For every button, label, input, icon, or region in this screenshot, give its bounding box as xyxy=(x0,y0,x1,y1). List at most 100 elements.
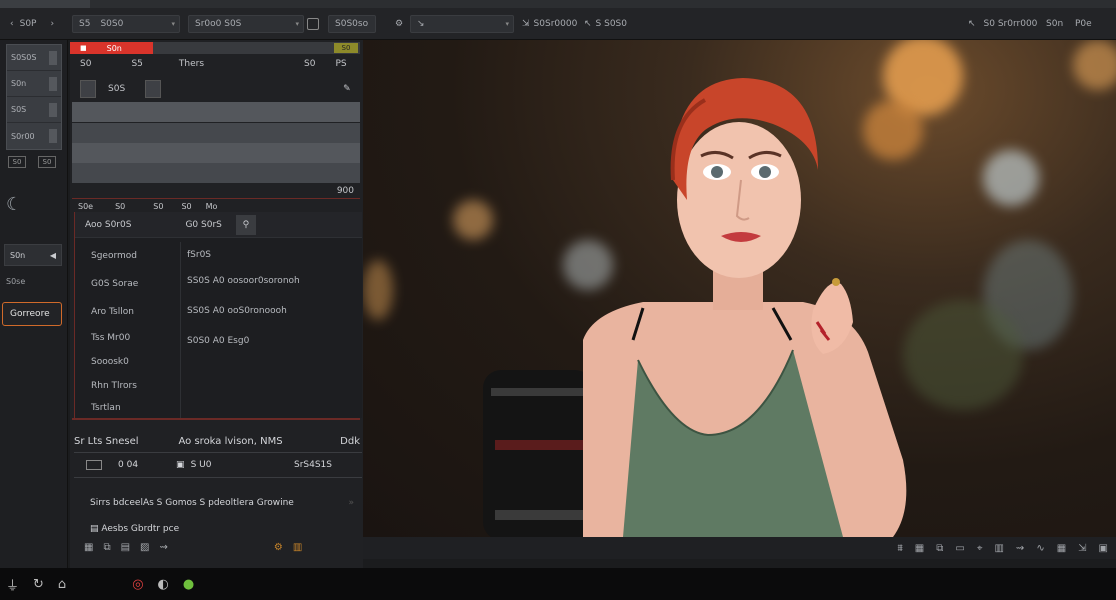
edit-icon[interactable]: ✎ xyxy=(343,84,351,94)
portrait-illustration xyxy=(483,78,907,537)
frame-icon[interactable]: ▭ xyxy=(955,543,964,554)
property-name[interactable]: Rhn Tlrors xyxy=(75,374,180,398)
layers-icon[interactable]: ⧉ xyxy=(936,543,943,554)
panel-header: S0 S5 Thers S0 PS xyxy=(80,59,347,69)
rail-item[interactable]: S0S0S xyxy=(7,45,61,71)
property-name[interactable]: Sooosk0 xyxy=(75,350,180,374)
grid-icon[interactable]: ▦ xyxy=(84,542,93,553)
caret-down-icon: ▾ xyxy=(171,20,175,28)
layers-icon[interactable]: ⧉ xyxy=(103,542,110,553)
app-red-icon[interactable]: ◎ xyxy=(132,577,143,592)
layer-band[interactable] xyxy=(72,123,360,143)
settings-button[interactable]: ⚙ xyxy=(395,15,403,33)
summary-row[interactable]: 0 04 ▣ S U0 SrS4S1S xyxy=(74,452,362,478)
note: ▤ Aesbs Gbrdtr pce xyxy=(90,524,180,534)
tool-select[interactable]: ↘ ▾ xyxy=(410,15,514,33)
expand-icon[interactable]: » xyxy=(348,498,354,508)
property-name[interactable]: Tss Mr00 xyxy=(75,326,180,350)
layer-band[interactable] xyxy=(72,163,360,183)
detail-columns: S0e S0 S0 S0 Mo xyxy=(78,201,218,211)
property-value: SS0S A0 ooS0ronoooh xyxy=(187,306,287,316)
divider xyxy=(72,198,360,199)
sort-button[interactable]: ↖ S0 Sr0rr000 xyxy=(968,15,1037,33)
property-name[interactable]: Sgeormod xyxy=(75,242,180,270)
moon-icon[interactable]: ☾ xyxy=(6,194,22,215)
copy-icon xyxy=(307,18,319,30)
rail-label: S0se xyxy=(6,277,26,286)
rail-item[interactable]: S0r00 xyxy=(7,123,61,149)
canvas-statusbar: ⩩ ▦ ⧉ ▭ ⌖ ▥ ⇝ ∿ ▦ ⇲ ▣ xyxy=(363,537,1116,559)
app-green-icon[interactable]: ● xyxy=(183,577,194,592)
chevron-left-icon: ‹ xyxy=(10,19,14,29)
property-name[interactable]: Aro Tsllon xyxy=(75,298,180,326)
grid-2-icon[interactable]: ▦ xyxy=(1057,543,1066,554)
summary-header: Sr Lts Snesel Ao sroka lvison, NMS Ddk xyxy=(74,436,360,447)
adjust-icon[interactable]: ⚙ xyxy=(274,542,283,553)
caret-down-icon: ▾ xyxy=(505,20,509,28)
layer-band[interactable] xyxy=(72,143,360,163)
detail-table: Aoo S0r0S G0 S0rS ⚲ Sgeormod G0S Sorae A… xyxy=(74,212,362,418)
table-icon[interactable]: ▥ xyxy=(994,543,1003,554)
layer-thumbnail xyxy=(145,80,162,98)
table-icon[interactable]: ▤ xyxy=(121,542,130,553)
chevron-left-icon: ◀ xyxy=(49,250,56,260)
layer-thumbnail xyxy=(80,80,96,98)
view-select[interactable]: Sr0o0 S0S ▾ xyxy=(188,15,304,33)
rail-small-button[interactable]: S0 xyxy=(8,156,26,168)
waveform-icon[interactable]: ∿ xyxy=(1036,543,1044,554)
panel-tab-active[interactable]: ■ S0n xyxy=(70,42,153,54)
pen-icon: ↘ xyxy=(417,19,425,29)
export-icon[interactable]: ⇲ xyxy=(1078,543,1086,554)
handle-icon xyxy=(49,50,57,65)
red-square-icon: ■ xyxy=(80,44,87,52)
export-button[interactable]: ⇲ S0Sr0000 xyxy=(522,15,577,33)
image-canvas[interactable] xyxy=(363,40,1116,537)
rail-item[interactable]: S0n xyxy=(7,71,61,97)
back-button[interactable]: ‹ S0P › xyxy=(10,15,54,33)
mask-icon[interactable]: ▥ xyxy=(293,542,302,553)
active-window-tab[interactable] xyxy=(0,0,90,8)
property-names: Sgeormod G0S Sorae Aro Tsllon Tss Mr00 S… xyxy=(75,242,181,418)
panel-tab-bar: ■ S0n S0 xyxy=(70,42,360,54)
link-icon[interactable]: ⇝ xyxy=(160,542,168,553)
mode-field[interactable]: S0S0so xyxy=(328,15,376,33)
grid-icon[interactable]: ▦ xyxy=(915,543,924,554)
refresh-icon[interactable]: ↻ xyxy=(33,577,44,592)
property-value: S0S0 A0 Esg0 xyxy=(187,336,250,346)
home-icon[interactable]: ⌂ xyxy=(58,577,66,592)
rail-small-button[interactable]: S0 xyxy=(38,156,56,168)
system-app-icon[interactable]: ⏚ xyxy=(6,575,19,594)
layers-panel: ■ S0n S0 S0 S5 Thers S0 PS S0S ✎ 900 S0e … xyxy=(70,40,363,568)
property-name[interactable]: G0S Sorae xyxy=(75,270,180,298)
layer-count: 900 xyxy=(336,186,354,196)
chevron-right-icon: › xyxy=(50,19,55,29)
toolbar-right-button-2[interactable]: P0e xyxy=(1075,15,1092,33)
toolbar-right-button-1[interactable]: S0n xyxy=(1046,15,1063,33)
property-name[interactable]: Tsrtlan xyxy=(75,398,180,418)
share-button[interactable]: ↖ S S0S0 xyxy=(584,15,627,33)
panel-tab-badge[interactable]: S0 xyxy=(334,43,358,53)
monitor-icon xyxy=(86,460,102,470)
document-icon: ▤ xyxy=(90,524,99,534)
image-icon[interactable]: ▨ xyxy=(140,542,149,553)
rail-collapse-button[interactable]: S0n ◀ xyxy=(4,244,62,266)
property-value: fSr0S xyxy=(187,250,212,260)
sliders-icon[interactable]: ⩩ xyxy=(897,543,902,554)
layer-band[interactable] xyxy=(72,102,360,122)
rail-item[interactable]: S0S xyxy=(7,97,61,123)
copy-button[interactable] xyxy=(307,15,319,33)
property-value: SS0S A0 oosoor0soronoh xyxy=(187,276,300,286)
left-rail: S0S0S S0n S0S S0r00 S0 S0 ☾ S0n ◀ S0se Go… xyxy=(0,40,68,568)
gear-icon: ⚙ xyxy=(395,19,404,29)
focus-icon[interactable]: ⌖ xyxy=(977,543,983,554)
device-icon: ▣ xyxy=(176,460,185,470)
filter-select[interactable]: S5 S0S0 ▾ xyxy=(72,15,180,33)
link-icon[interactable]: ⇝ xyxy=(1016,543,1024,554)
fullscreen-icon[interactable]: ▣ xyxy=(1099,543,1108,554)
pin-icon[interactable]: ⚲ xyxy=(235,214,256,235)
panel-footer: ▦ ⧉ ▤ ▨ ⇝ ⚙ ▥ xyxy=(70,538,363,556)
active-rail-button[interactable]: Gorreore xyxy=(2,302,62,326)
detail-header: Aoo S0r0S G0 S0rS ⚲ xyxy=(75,212,362,238)
layer-row[interactable]: S0S ✎ xyxy=(70,76,362,102)
app-dark-icon[interactable]: ◐ xyxy=(158,577,169,592)
